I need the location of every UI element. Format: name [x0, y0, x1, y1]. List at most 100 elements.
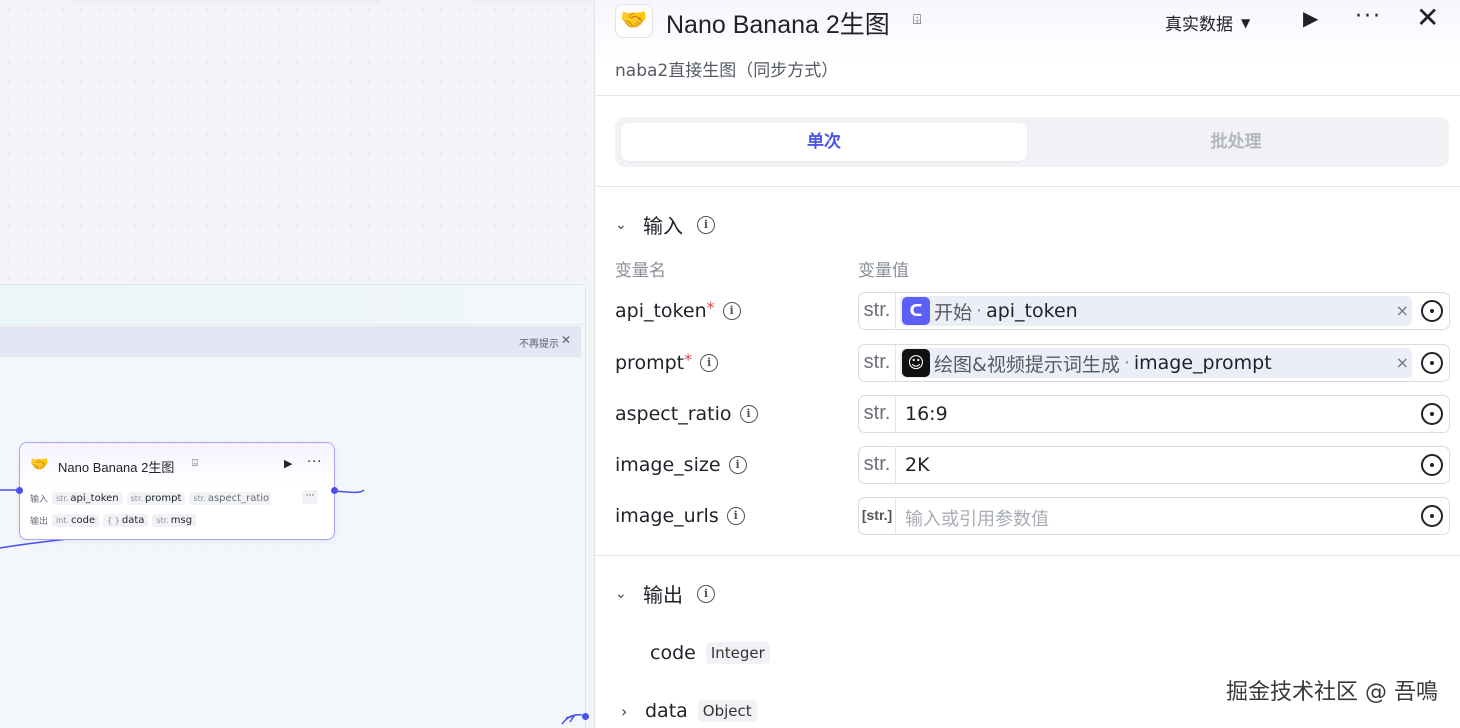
- input-section-header[interactable]: ⌄ 输入 i: [615, 210, 715, 239]
- node-input-chip: str. aspect_ratio: [189, 491, 272, 505]
- output-row-data[interactable]: › data Object: [621, 700, 757, 722]
- more-icon[interactable]: ···: [1355, 4, 1382, 29]
- output-type-tag: Integer: [705, 642, 770, 664]
- info-icon[interactable]: i: [726, 507, 745, 525]
- type-label: str.: [859, 396, 896, 432]
- info-icon[interactable]: i: [700, 354, 719, 372]
- ref-source: 绘图&视频提示词生成: [934, 353, 1120, 376]
- node-config-panel: 🤝 Nano Banana 2生图 ⌹ 真实数据 ▼ ▶ ··· ✕ naba2…: [594, 0, 1460, 728]
- ref-var: image_prompt: [1133, 352, 1272, 374]
- info-icon[interactable]: i: [739, 405, 758, 423]
- input-section-title: 输入: [643, 214, 683, 238]
- ref-source: 开始: [934, 301, 973, 324]
- output-row-code: code Integer: [650, 642, 770, 664]
- node-output-port[interactable]: [331, 487, 338, 494]
- node-outputs-row: 输出 int. code { } data str. msg: [30, 512, 197, 528]
- reference-select-icon[interactable]: [1421, 505, 1443, 527]
- clear-reference-icon[interactable]: ×: [1396, 301, 1409, 320]
- data-mode-dropdown[interactable]: 真实数据 ▼: [1165, 10, 1250, 35]
- input-row-image-size: image_size i str. 2K: [615, 446, 1450, 484]
- panel-header: 🤝 Nano Banana 2生图 ⌹ 真实数据 ▼ ▶ ··· ✕ naba2…: [595, 0, 1460, 96]
- connection-wires: [0, 489, 583, 725]
- reference-chip[interactable]: ☺ 绘图&视频提示词生成 · image_prompt: [900, 348, 1412, 378]
- llm-node-icon: ☺: [902, 349, 930, 377]
- nano-banana-node[interactable]: 🤝 Nano Banana 2生图 ⌹ ▶ ··· 输入 str. api_tok…: [19, 442, 335, 540]
- node-inputs-more-chip[interactable]: ···: [302, 490, 318, 504]
- chevron-down-icon: ⌄: [615, 585, 627, 602]
- node-run-icon[interactable]: ▶: [284, 457, 292, 470]
- node-output-label: 输出: [30, 516, 49, 527]
- type-label: str.: [859, 293, 896, 329]
- prompt-field[interactable]: str. ☺ 绘图&视频提示词生成 · image_prompt ×: [858, 344, 1450, 382]
- api-token-field[interactable]: str. ᑕ 开始 · api_token ×: [858, 292, 1450, 330]
- required-mark: *: [684, 349, 693, 369]
- node-input-chip: str. prompt: [126, 491, 186, 505]
- column-header-name: 变量名: [615, 261, 666, 281]
- input-row-api-token: api_token * i str. ᑕ 开始 · api_token ×: [615, 292, 1450, 330]
- field-value: 2K: [905, 454, 930, 476]
- section-divider: [595, 555, 1460, 556]
- run-mode-tabs: 单次 批处理: [615, 117, 1449, 167]
- clear-reference-icon[interactable]: ×: [1396, 353, 1409, 372]
- node-input-port[interactable]: [16, 487, 23, 494]
- node-input-label: 输入: [30, 494, 49, 505]
- input-row-image-urls: image_urls i [str.] 输入或引用参数值: [615, 497, 1450, 535]
- output-section-header[interactable]: ⌄ 输出 i: [615, 579, 715, 608]
- image-size-field[interactable]: str. 2K: [858, 446, 1450, 484]
- output-type-tag: Object: [697, 700, 757, 722]
- node-more-icon[interactable]: ···: [307, 455, 322, 470]
- reference-select-icon[interactable]: [1421, 403, 1443, 425]
- var-name: image_urls i: [615, 505, 745, 527]
- var-name: prompt * i: [615, 349, 719, 374]
- ref-var: api_token: [986, 300, 1078, 322]
- aspect-ratio-field[interactable]: str. 16:9: [858, 395, 1450, 433]
- info-icon[interactable]: i: [697, 215, 715, 234]
- node-inputs-row: 输入 str. api_token str. prompt str. aspect_r…: [30, 490, 272, 506]
- tab-batch[interactable]: 批处理: [1033, 123, 1439, 161]
- image-urls-field[interactable]: [str.] 输入或引用参数值: [858, 497, 1450, 535]
- var-name: api_token * i: [615, 297, 741, 322]
- start-node-icon: ᑕ: [902, 297, 930, 325]
- run-icon[interactable]: ▶: [1303, 6, 1318, 30]
- reference-chip[interactable]: ᑕ 开始 · api_token: [900, 296, 1412, 326]
- section-divider: [595, 186, 1460, 187]
- info-icon[interactable]: i: [728, 456, 747, 474]
- type-label: [str.]: [859, 498, 896, 534]
- output-name: data: [645, 700, 688, 722]
- group-port[interactable]: [582, 713, 589, 720]
- panel-subtitle: naba2直接生图（同步方式）: [615, 61, 839, 81]
- watermark: 掘金技术社区 @ 吾鳴: [1226, 680, 1438, 705]
- node-output-chip: { } data: [103, 513, 149, 527]
- node-output-chip: int. code: [52, 513, 100, 527]
- handshake-icon: 🤝: [615, 4, 653, 38]
- plugin-badge-icon: ⌹: [913, 12, 922, 28]
- info-icon[interactable]: i: [697, 584, 715, 603]
- node-header: 🤝 Nano Banana 2生图 ⌹ ▶ ···: [20, 443, 334, 487]
- plugin-badge-icon: ⌹: [192, 458, 198, 469]
- info-icon[interactable]: i: [722, 302, 741, 320]
- chevron-right-icon[interactable]: ›: [621, 702, 635, 721]
- reference-select-icon[interactable]: [1421, 454, 1443, 476]
- handshake-icon: 🤝: [30, 455, 49, 473]
- panel-title: Nano Banana 2生图: [666, 11, 890, 39]
- type-label: str.: [859, 345, 896, 381]
- node-output-chip: str. msg: [152, 513, 197, 527]
- chevron-down-icon: ⌄: [615, 216, 627, 233]
- var-name: aspect_ratio i: [615, 403, 758, 425]
- node-title: Nano Banana 2生图: [58, 460, 175, 475]
- column-header-value: 变量值: [858, 261, 909, 281]
- input-row-prompt: prompt * i str. ☺ 绘图&视频提示词生成 · image_pro…: [615, 344, 1450, 382]
- tab-single[interactable]: 单次: [621, 123, 1027, 161]
- input-row-aspect-ratio: aspect_ratio i str. 16:9: [615, 395, 1450, 433]
- close-icon[interactable]: ✕: [1416, 1, 1439, 34]
- type-label: str.: [859, 447, 896, 483]
- reference-select-icon[interactable]: [1421, 352, 1443, 374]
- workflow-canvas[interactable]: 不再提示 ✕ 🤝 Nano Banana 2生图 ⌹ ▶ ··· 输入 str.…: [0, 0, 594, 728]
- reference-select-icon[interactable]: [1421, 300, 1443, 322]
- app-root: 不再提示 ✕ 🤝 Nano Banana 2生图 ⌹ ▶ ··· 输入 str.…: [0, 0, 1460, 728]
- required-mark: *: [706, 297, 715, 317]
- output-section-title: 输出: [643, 583, 683, 607]
- field-placeholder: 输入或引用参数值: [905, 509, 1049, 530]
- var-name: image_size i: [615, 454, 747, 476]
- field-value: 16:9: [905, 403, 948, 425]
